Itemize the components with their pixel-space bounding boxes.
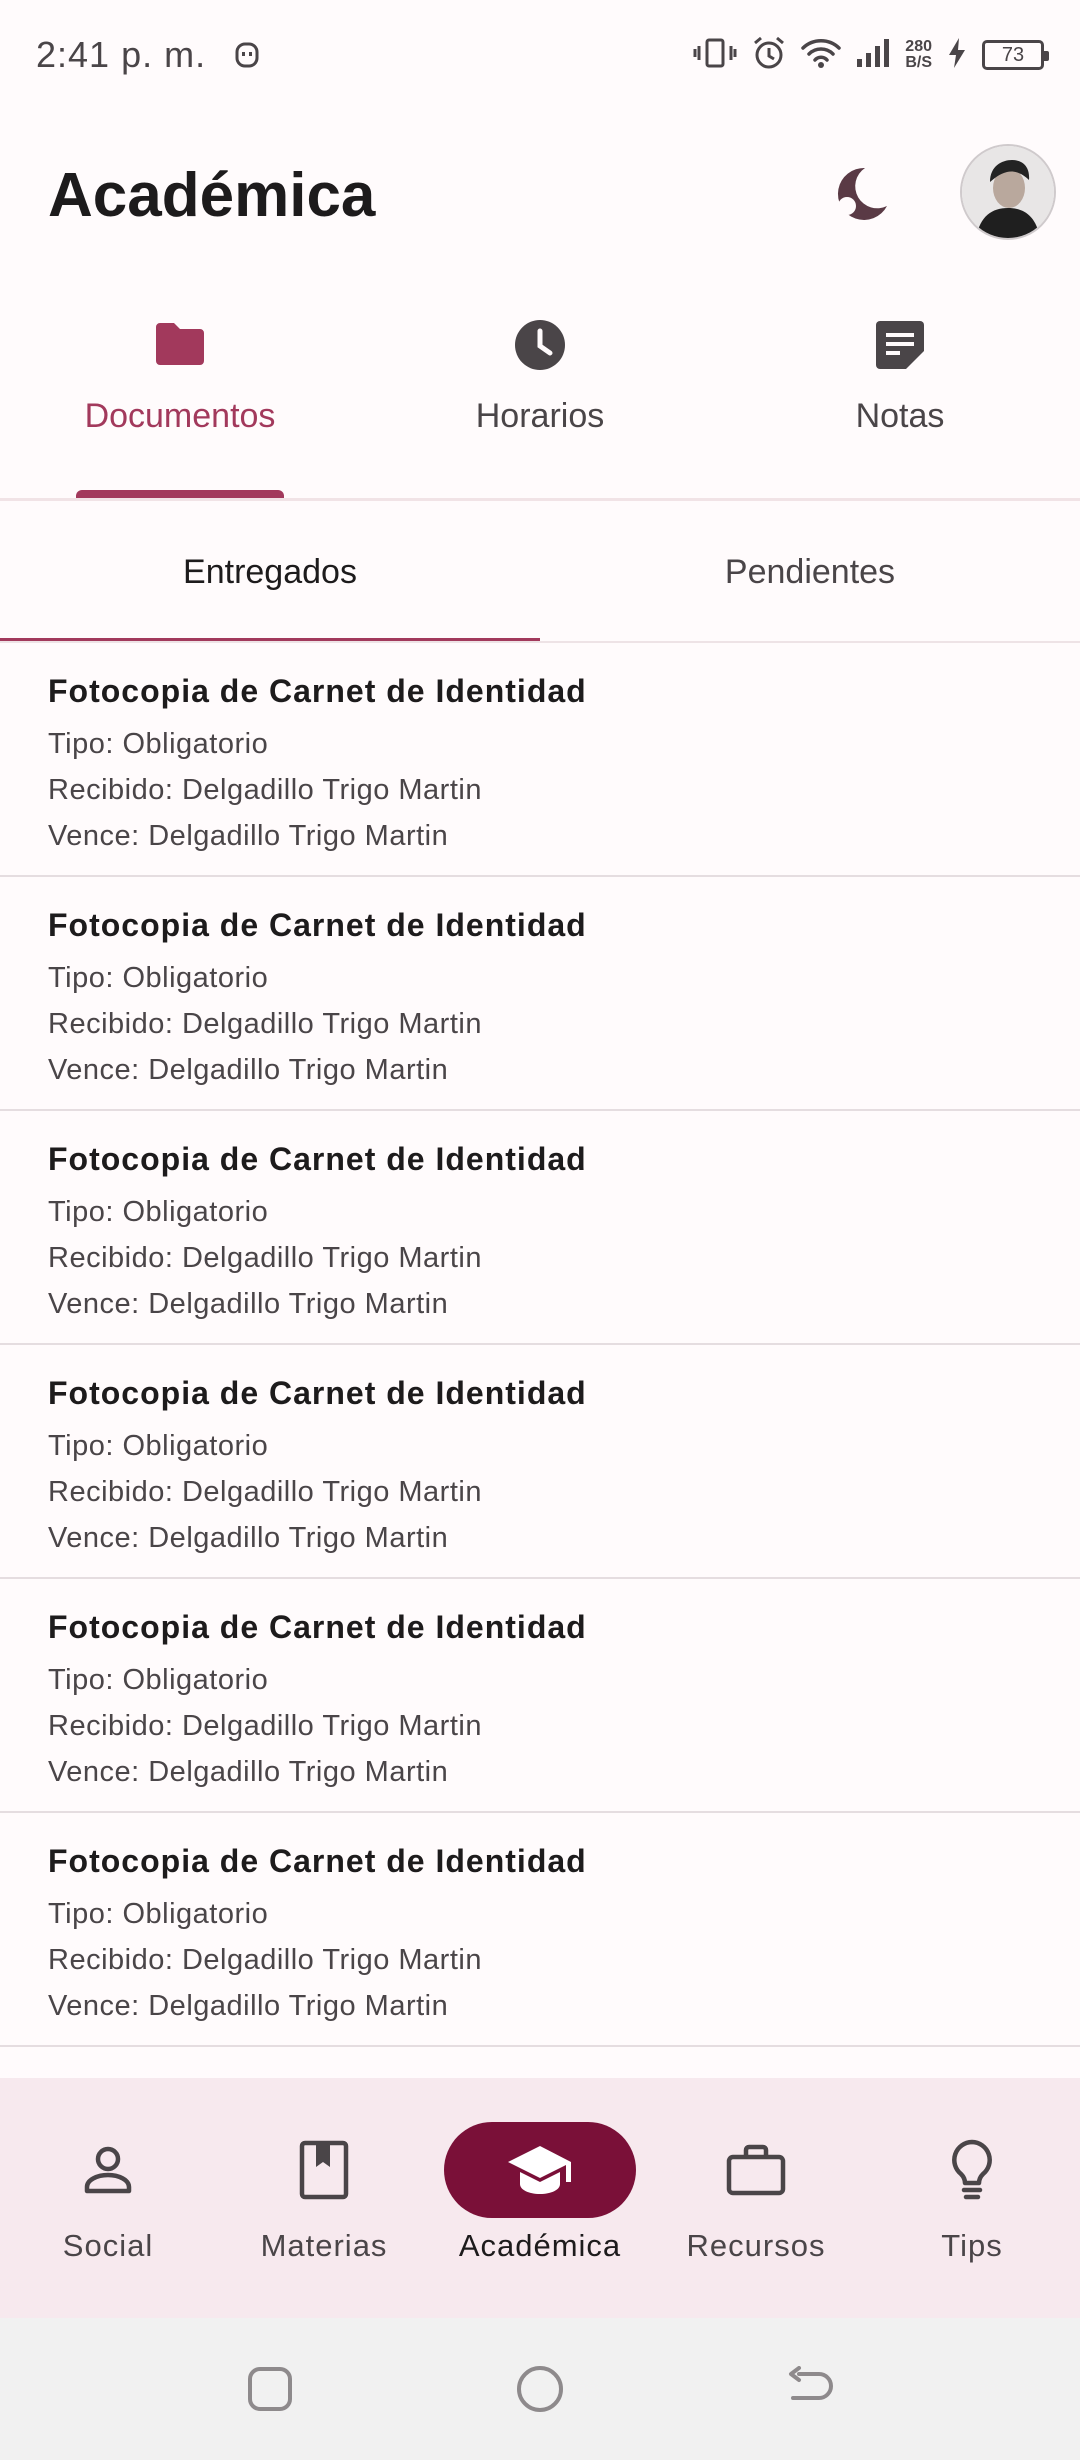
list-item[interactable]: Fotocopia de Carnet de Identidad Tipo: O…	[0, 1111, 1080, 1345]
net-speed: 280 B/S	[905, 39, 932, 71]
nav-item-social[interactable]: Social	[0, 2078, 216, 2318]
document-list: Fotocopia de Carnet de Identidad Tipo: O…	[0, 643, 1080, 2047]
document-type: Tipo: Obligatorio	[48, 728, 269, 760]
document-received: Recibido: Delgadillo Trigo Martin	[48, 1710, 482, 1742]
notification-icon	[232, 38, 262, 72]
lightbulb-icon	[952, 2139, 992, 2200]
document-received: Recibido: Delgadillo Trigo Martin	[48, 1476, 482, 1508]
status-time: 2:41 p. m.	[36, 34, 207, 75]
list-item[interactable]: Fotocopia de Carnet de Identidad Tipo: O…	[0, 643, 1080, 877]
document-title: Fotocopia de Carnet de Identidad	[48, 673, 587, 709]
subtab-label: Entregados	[183, 552, 357, 591]
home-button[interactable]	[507, 2356, 573, 2422]
subtab-entregados[interactable]: Entregados	[0, 501, 540, 643]
signal-icon	[855, 37, 891, 74]
tab-label: Documentos	[84, 397, 276, 435]
document-type: Tipo: Obligatorio	[48, 962, 269, 994]
system-navigation-bar	[0, 2318, 1080, 2460]
list-item[interactable]: Fotocopia de Carnet de Identidad Tipo: O…	[0, 1813, 1080, 2047]
document-title: Fotocopia de Carnet de Identidad	[48, 907, 587, 943]
wifi-icon	[801, 37, 842, 74]
nav-label: Social	[62, 2228, 154, 2263]
note-icon	[876, 321, 924, 369]
person-icon	[84, 2146, 132, 2194]
nav-item-tips[interactable]: Tips	[864, 2078, 1080, 2318]
clock-icon	[515, 320, 565, 370]
document-type: Tipo: Obligatorio	[48, 1430, 269, 1462]
list-item[interactable]: Fotocopia de Carnet de Identidad Tipo: O…	[0, 1345, 1080, 1579]
document-title: Fotocopia de Carnet de Identidad	[48, 1609, 587, 1645]
document-expires: Vence: Delgadillo Trigo Martin	[48, 1054, 449, 1086]
battery-icon: 73	[982, 40, 1049, 70]
app-bar: Académica	[0, 130, 1080, 260]
document-expires: Vence: Delgadillo Trigo Martin	[48, 1522, 449, 1554]
nav-label: Tips	[941, 2228, 1003, 2263]
document-type: Tipo: Obligatorio	[48, 1196, 269, 1228]
tab-horarios[interactable]: Horarios	[360, 290, 720, 500]
avatar[interactable]	[960, 144, 1056, 240]
briefcase-icon	[726, 2144, 786, 2196]
subtab-pendientes[interactable]: Pendientes	[540, 501, 1080, 643]
document-received: Recibido: Delgadillo Trigo Martin	[48, 1242, 482, 1274]
nav-label: Materias	[260, 2228, 388, 2263]
book-icon	[299, 2140, 349, 2200]
nav-item-materias[interactable]: Materias	[216, 2078, 432, 2318]
vibrate-icon	[693, 36, 737, 75]
nav-item-academica[interactable]: Académica	[432, 2078, 648, 2318]
document-received: Recibido: Delgadillo Trigo Martin	[48, 1008, 482, 1040]
recents-button[interactable]	[237, 2356, 303, 2422]
page-title: Académica	[48, 160, 376, 230]
graduation-cap-icon	[508, 2146, 571, 2194]
document-expires: Vence: Delgadillo Trigo Martin	[48, 1756, 449, 1788]
document-title: Fotocopia de Carnet de Identidad	[48, 1843, 587, 1879]
back-button[interactable]	[777, 2356, 843, 2422]
nav-item-recursos[interactable]: Recursos	[648, 2078, 864, 2318]
tab-label: Notas	[855, 397, 945, 435]
square-icon	[248, 2367, 292, 2411]
tab-documentos[interactable]: Documentos	[0, 290, 360, 500]
charging-icon	[946, 36, 968, 75]
subtab-label: Pendientes	[724, 552, 896, 591]
sub-tabs: Entregados Pendientes	[0, 501, 1080, 643]
nav-label: Académica	[458, 2228, 622, 2263]
status-bar: 2:41 p. m. 280 B/S 73	[0, 0, 1080, 110]
battery-level: 73	[1001, 43, 1025, 66]
net-speed-unit: B/S	[905, 54, 932, 71]
list-item[interactable]: Fotocopia de Carnet de Identidad Tipo: O…	[0, 1579, 1080, 1813]
bottom-navigation: Social Materias Académica Recursos Tips	[0, 2078, 1080, 2318]
list-item[interactable]: Fotocopia de Carnet de Identidad Tipo: O…	[0, 877, 1080, 1111]
main-tabs: Documentos Horarios Notas	[0, 290, 1080, 500]
net-speed-value: 280	[905, 38, 932, 55]
back-arrow-icon	[789, 2366, 833, 2400]
alarm-icon	[751, 35, 787, 76]
document-received: Recibido: Delgadillo Trigo Martin	[48, 1944, 482, 1976]
tab-notas[interactable]: Notas	[720, 290, 1080, 500]
document-expires: Vence: Delgadillo Trigo Martin	[48, 1288, 449, 1320]
folder-icon	[156, 323, 204, 365]
document-type: Tipo: Obligatorio	[48, 1898, 269, 1930]
document-expires: Vence: Delgadillo Trigo Martin	[48, 1990, 449, 2022]
document-title: Fotocopia de Carnet de Identidad	[48, 1141, 587, 1177]
tab-label: Horarios	[475, 397, 605, 435]
moon-icon	[837, 167, 887, 220]
circle-icon	[517, 2366, 563, 2412]
document-expires: Vence: Delgadillo Trigo Martin	[48, 820, 449, 852]
document-received: Recibido: Delgadillo Trigo Martin	[48, 774, 482, 806]
nav-label: Recursos	[686, 2228, 826, 2263]
document-title: Fotocopia de Carnet de Identidad	[48, 1375, 587, 1411]
theme-toggle-button[interactable]	[820, 155, 900, 235]
document-type: Tipo: Obligatorio	[48, 1664, 269, 1696]
